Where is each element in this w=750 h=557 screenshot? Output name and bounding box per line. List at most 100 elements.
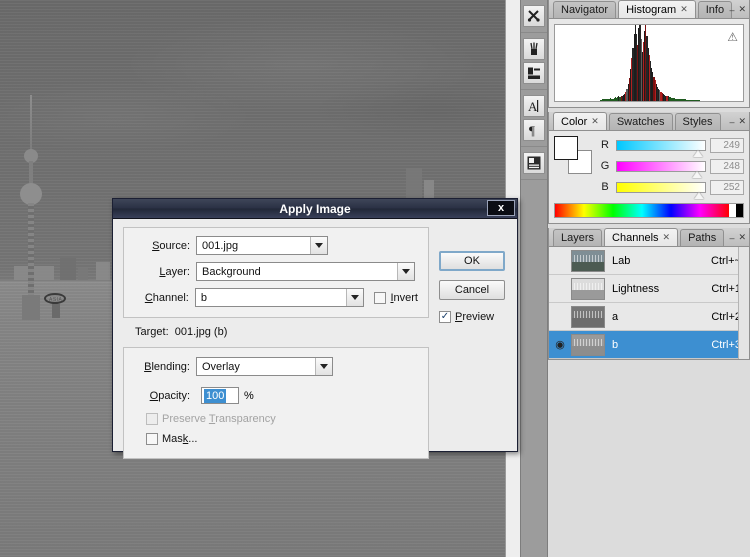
target-label: Target: xyxy=(135,326,169,338)
channel-row-a[interactable]: a Ctrl+2 xyxy=(549,303,749,331)
chevron-down-icon[interactable] xyxy=(310,237,327,254)
blending-select[interactable]: Overlay xyxy=(196,357,333,376)
channel-g-value[interactable]: 248 xyxy=(710,158,744,174)
layer-comps-palette-button[interactable] xyxy=(523,152,545,174)
close-icon[interactable]: ✕ xyxy=(663,232,671,243)
channel-row-lightness[interactable]: Lightness Ctrl+1 xyxy=(549,275,749,303)
dialog-close-button[interactable]: x xyxy=(487,200,515,216)
histogram-palette-body: ⚠ xyxy=(549,19,749,107)
blending-label: Blending: xyxy=(144,360,190,373)
dialog-titlebar[interactable]: Apply Image x xyxy=(113,199,517,219)
tab-swatches[interactable]: Swatches xyxy=(608,113,673,130)
histogram-bars xyxy=(555,25,743,101)
checkbox-box xyxy=(146,413,158,425)
brushes-palette-button[interactable] xyxy=(523,38,545,60)
minimize-icon[interactable]: – xyxy=(729,117,734,127)
clone-source-palette-button[interactable] xyxy=(523,62,545,84)
tab-swatches-label: Swatches xyxy=(616,116,665,128)
channel-r-value[interactable]: 249 xyxy=(710,137,744,153)
checkbox-box[interactable] xyxy=(374,291,387,304)
channel-b-value[interactable]: 252 xyxy=(710,179,744,195)
channel-thumbnail xyxy=(571,333,605,356)
ok-button[interactable]: OK xyxy=(439,251,505,271)
tab-histogram[interactable]: Histogram ✕ xyxy=(618,0,696,18)
tab-layers-label: Layers xyxy=(561,232,595,244)
close-palette-icon[interactable]: ✕ xyxy=(738,4,746,15)
preserve-transparency-row: Preserve Transparency xyxy=(146,413,418,428)
layer-field: Layer: Background xyxy=(134,262,418,281)
color-palette-body: R 249 G 248 B 252 xyxy=(549,131,749,223)
tab-channels-label: Channels xyxy=(612,231,659,244)
channel-field: Channel: b Invert xyxy=(134,288,418,307)
channel-name: Lightness xyxy=(612,282,660,295)
tab-layers[interactable]: Layers xyxy=(553,229,603,246)
close-icon[interactable]: ✕ xyxy=(591,116,599,127)
channel-b-slider[interactable] xyxy=(616,181,706,199)
chevron-down-icon[interactable] xyxy=(346,289,364,306)
source-select[interactable]: 001.jpg xyxy=(196,236,328,255)
color-spectrum-ramp[interactable] xyxy=(554,203,744,218)
tab-paths-label: Paths xyxy=(688,232,717,244)
channel-g-slider[interactable] xyxy=(616,160,706,178)
pilcrow-icon: ¶ xyxy=(529,123,535,137)
checkbox-box[interactable] xyxy=(146,433,158,445)
tab-paths[interactable]: Paths xyxy=(680,229,725,246)
blending-value: Overlay xyxy=(202,360,240,373)
channel-row-b[interactable]: ◉ b Ctrl+3 xyxy=(549,331,749,359)
preserve-transparency-label: Preserve Transparency xyxy=(162,413,276,425)
tab-channels[interactable]: Channels ✕ xyxy=(604,228,679,246)
mask-label: Mask... xyxy=(162,433,198,445)
paragraph-palette-button[interactable]: ¶ xyxy=(523,119,545,141)
tab-info[interactable]: Info xyxy=(697,1,733,18)
minimize-icon[interactable]: – xyxy=(729,5,734,15)
close-palette-icon[interactable]: ✕ xyxy=(738,232,746,243)
character-palette-button[interactable]: A xyxy=(523,95,545,117)
preview-label: Preview xyxy=(455,311,495,323)
histogram-chart[interactable]: ⚠ xyxy=(554,24,744,102)
opacity-unit: % xyxy=(244,389,254,402)
dock-group-brushes xyxy=(521,33,547,90)
minimize-icon[interactable]: – xyxy=(729,233,734,243)
tab-info-label: Info xyxy=(705,4,725,16)
channel-value: b xyxy=(200,291,207,304)
dock-group-type: A ¶ xyxy=(521,90,547,147)
invert-checkbox[interactable]: Invert xyxy=(374,291,418,304)
text-a-icon: A xyxy=(528,99,539,113)
opacity-input[interactable]: 100 xyxy=(201,387,239,404)
mask-checkbox[interactable]: Mask... xyxy=(146,433,197,445)
palette-dock: A ¶ xyxy=(520,0,548,557)
foreground-color-swatch[interactable] xyxy=(554,136,578,160)
checkbox-box[interactable]: ✓ xyxy=(439,311,451,323)
close-palette-icon[interactable]: ✕ xyxy=(738,116,746,127)
tab-styles[interactable]: Styles xyxy=(674,113,721,130)
channel-r-slider[interactable] xyxy=(616,139,706,157)
tool-preset-picker-button[interactable] xyxy=(523,5,545,27)
palette-column: Navigator Histogram ✕ Info – ✕ ⚠ Color ✕… xyxy=(548,0,750,557)
close-icon[interactable]: ✕ xyxy=(680,4,688,15)
tab-navigator[interactable]: Navigator xyxy=(553,1,617,18)
source-field: Source: 001.jpg xyxy=(134,236,418,255)
chevron-down-icon[interactable] xyxy=(397,263,414,280)
tab-styles-label: Styles xyxy=(682,116,713,128)
channels-scrollbar[interactable] xyxy=(738,247,749,359)
channel-row-lab[interactable]: Lab Ctrl+~ xyxy=(549,247,749,275)
target-value: 001.jpg (b) xyxy=(174,326,228,338)
cancel-button[interactable]: Cancel xyxy=(439,280,505,300)
tab-color[interactable]: Color ✕ xyxy=(553,112,607,130)
chevron-down-icon[interactable] xyxy=(315,358,332,375)
channels-palette-tabs: Layers Channels ✕ Paths – ✕ xyxy=(549,228,749,247)
color-swatches[interactable] xyxy=(554,136,592,174)
warning-icon[interactable]: ⚠ xyxy=(727,30,738,44)
color-palette: Color ✕ Swatches Styles – ✕ R 249 G 248 … xyxy=(548,112,750,224)
visibility-eye-icon[interactable]: ◉ xyxy=(549,338,571,351)
dock-group-comps xyxy=(521,147,547,180)
mask-row: Mask... xyxy=(146,433,418,448)
dialog-title: Apply Image xyxy=(279,201,351,216)
preview-checkbox[interactable]: ✓ Preview xyxy=(439,311,494,323)
channel-thumbnail xyxy=(571,277,605,300)
layer-select[interactable]: Background xyxy=(196,262,415,281)
channels-palette: Layers Channels ✕ Paths – ✕ Lab Ctrl+~ L… xyxy=(548,228,750,360)
channel-select[interactable]: b xyxy=(194,288,365,307)
layer-comps-icon xyxy=(527,156,541,170)
histogram-palette-tabs: Navigator Histogram ✕ Info – ✕ xyxy=(549,0,749,19)
